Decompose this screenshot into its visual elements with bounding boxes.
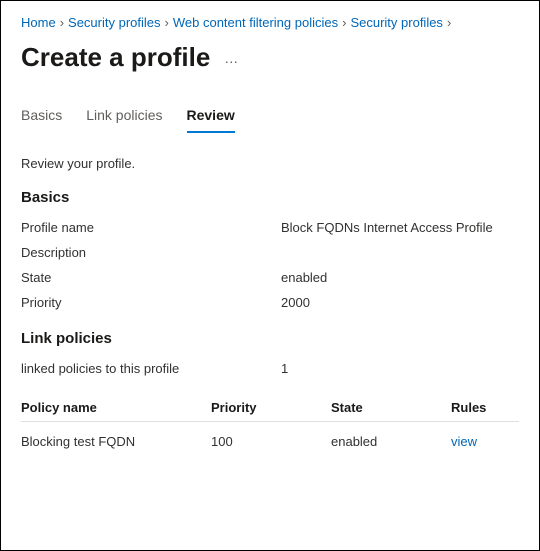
th-policy-name[interactable]: Policy name <box>21 394 211 422</box>
chevron-right-icon: › <box>447 15 451 30</box>
label-priority: Priority <box>21 295 281 310</box>
section-heading-basics: Basics <box>21 189 519 206</box>
cell-state: enabled <box>331 422 451 456</box>
row-profile-name: Profile name Block FQDNs Internet Access… <box>21 220 519 235</box>
value-linked-policies: 1 <box>281 361 288 376</box>
label-linked-policies: linked policies to this profile <box>21 361 281 376</box>
row-state: State enabled <box>21 270 519 285</box>
breadcrumb-security-profiles[interactable]: Security profiles <box>68 15 160 30</box>
row-linked-policies-count: linked policies to this profile 1 <box>21 361 519 376</box>
row-priority: Priority 2000 <box>21 295 519 310</box>
value-state: enabled <box>281 270 327 285</box>
tab-link-policies[interactable]: Link policies <box>86 101 162 133</box>
th-state[interactable]: State <box>331 394 451 422</box>
label-description: Description <box>21 245 281 260</box>
page-header: Create a profile … <box>21 42 519 73</box>
value-priority: 2000 <box>281 295 310 310</box>
breadcrumb-web-content-filtering[interactable]: Web content filtering policies <box>173 15 338 30</box>
breadcrumb: Home › Security profiles › Web content f… <box>21 15 519 30</box>
chevron-right-icon: › <box>165 15 169 30</box>
tab-review[interactable]: Review <box>187 101 235 133</box>
linked-policies-table: Policy name Priority State Rules Blockin… <box>21 394 519 455</box>
table-header-row: Policy name Priority State Rules <box>21 394 519 422</box>
breadcrumb-home[interactable]: Home <box>21 15 56 30</box>
th-rules[interactable]: Rules <box>451 394 519 422</box>
tabs: Basics Link policies Review <box>21 101 519 134</box>
value-profile-name: Block FQDNs Internet Access Profile <box>281 220 493 235</box>
breadcrumb-security-profiles-2[interactable]: Security profiles <box>350 15 442 30</box>
view-rules-link[interactable]: view <box>451 434 477 449</box>
section-heading-link-policies: Link policies <box>21 330 519 347</box>
cell-priority: 100 <box>211 422 331 456</box>
cell-policy-name: Blocking test FQDN <box>21 422 211 456</box>
chevron-right-icon: › <box>342 15 346 30</box>
row-description: Description <box>21 245 519 260</box>
table-row: Blocking test FQDN 100 enabled view <box>21 422 519 456</box>
label-profile-name: Profile name <box>21 220 281 235</box>
th-priority[interactable]: Priority <box>211 394 331 422</box>
label-state: State <box>21 270 281 285</box>
more-actions-icon[interactable]: … <box>224 50 239 66</box>
page-title: Create a profile <box>21 42 210 73</box>
intro-text: Review your profile. <box>21 156 519 171</box>
tab-basics[interactable]: Basics <box>21 101 62 133</box>
chevron-right-icon: › <box>60 15 64 30</box>
